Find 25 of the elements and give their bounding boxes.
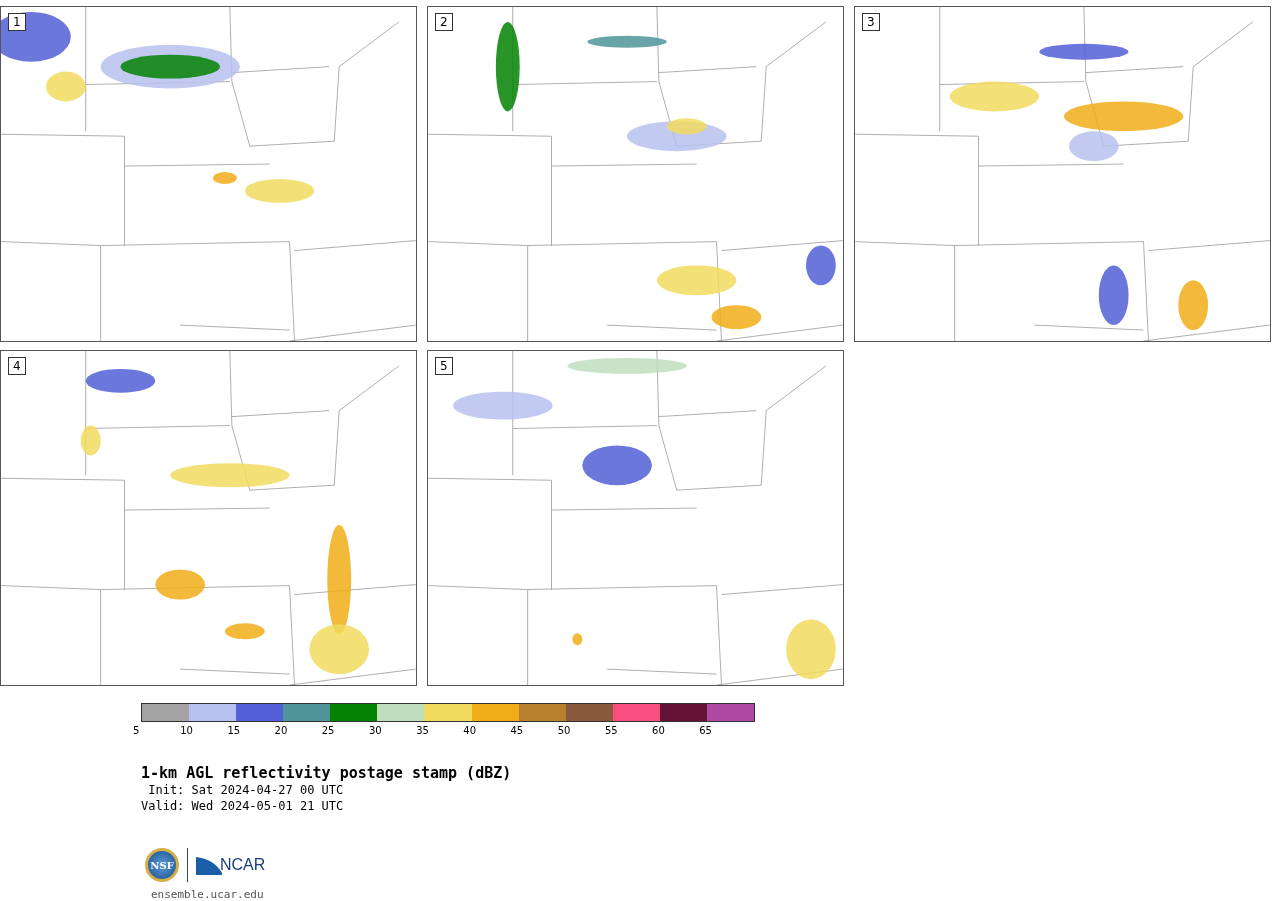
scale-tick-label: 35 (416, 725, 430, 736)
scale-tick-label: 5 (133, 725, 141, 736)
panel-number: 2 (435, 13, 453, 31)
chart-title: 1-km AGL reflectivity postage stamp (dBZ) (141, 764, 513, 782)
panel-number: 3 (862, 13, 880, 31)
scale-tick-label: 55 (604, 725, 619, 736)
scale-tick-label: 30 (368, 725, 383, 736)
scale-tick-label: 20 (274, 725, 289, 736)
scale-tick-label: 15 (227, 725, 242, 736)
panel-number: 4 (8, 357, 26, 375)
website-url: ensemble.ucar.edu (151, 888, 265, 901)
panel-number: 1 (8, 13, 26, 31)
seal-logo: NSF (145, 848, 179, 882)
scale-tick-label: 10 (180, 725, 194, 736)
scale-tick-label: 65 (699, 725, 713, 736)
scale-tick-label: 25 (321, 725, 336, 736)
scale-tick-label: 50 (557, 725, 572, 736)
panel-number: 5 (435, 357, 453, 375)
scale-tick-label: 40 (463, 725, 478, 736)
init-time: Init: Sat 2024-04-27 00 UTC (147, 783, 345, 798)
logo-wordmark: NCAR (220, 856, 266, 874)
swoosh-icon (196, 855, 222, 875)
scale-tick-label: 60 (652, 725, 666, 736)
scale-tick-label: 45 (510, 725, 525, 736)
valid-time: Valid: Wed 2024-05-01 21 UTC (141, 799, 345, 814)
